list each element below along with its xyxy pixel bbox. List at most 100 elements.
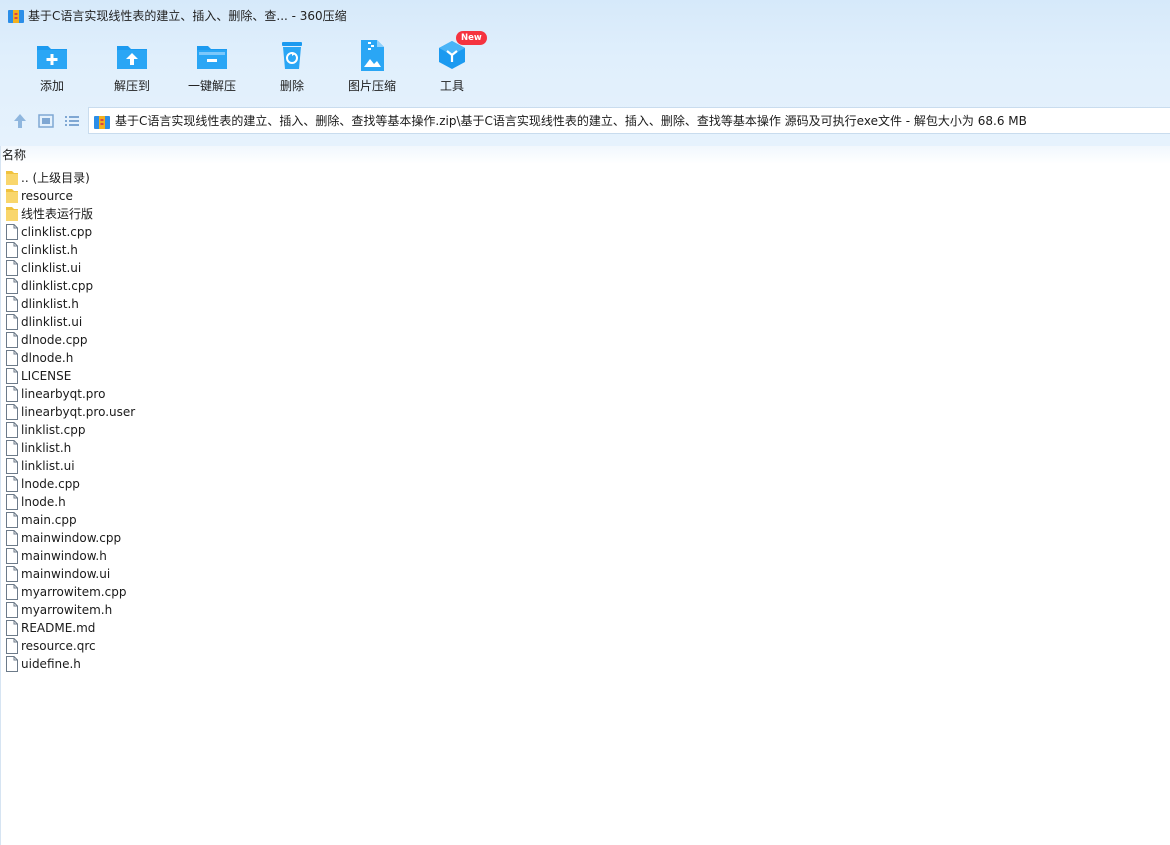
window-title: 基于C语言实现线性表的建立、插入、删除、查... - 360压缩 [28,9,347,23]
file-row[interactable]: mainwindow.cpp [1,529,1170,547]
file-row[interactable]: dlnode.h [1,349,1170,367]
file-row[interactable]: clinklist.cpp [1,223,1170,241]
file-row[interactable]: linearbyqt.pro [1,385,1170,403]
file-row[interactable]: mainwindow.ui [1,565,1170,583]
file-row[interactable]: myarrowitem.h [1,601,1170,619]
file-icon [6,278,18,294]
file-icon [6,332,18,348]
archive-icon [94,116,110,129]
item-name: linklist.cpp [21,423,86,437]
file-row[interactable]: README.md [1,619,1170,637]
image-compress-button[interactable]: 图片压缩 [332,36,412,98]
item-name: dlnode.cpp [21,333,88,347]
extract-to-label: 解压到 [113,79,150,93]
item-name: clinklist.h [21,243,78,257]
title-bar: 基于C语言实现线性表的建立、插入、删除、查... - 360压缩 [0,0,1170,32]
file-icon [6,350,18,366]
thumbnail-view-icon[interactable] [37,112,55,130]
file-row[interactable]: linklist.ui [1,457,1170,475]
extract-to-button[interactable]: 解压到 [92,36,172,98]
file-icon [6,548,18,564]
file-icon [6,296,18,312]
item-name: linearbyqt.pro.user [21,405,136,419]
folder-row[interactable]: 线性表运行版 [1,205,1170,223]
item-name: main.cpp [21,513,77,527]
folder-row[interactable]: resource [1,187,1170,205]
toolbar: 添加 解压到 一键解压 删除 图片压缩 New 工具 [0,31,1170,98]
file-icon [6,314,18,330]
item-name: 线性表运行版 [21,207,94,221]
item-name: mainwindow.h [21,549,107,563]
file-row[interactable]: clinklist.ui [1,259,1170,277]
file-icon [6,530,18,546]
file-list: 名称 .. (上级目录) resource 线性表运行版 clinklist.cpp c… [0,146,1170,845]
list-view-icon[interactable] [63,112,81,130]
file-row[interactable]: lnode.h [1,493,1170,511]
file-row[interactable]: dlinklist.cpp [1,277,1170,295]
item-name: resource.qrc [21,639,96,653]
up-arrow-icon[interactable] [11,112,29,130]
file-row[interactable]: dlnode.cpp [1,331,1170,349]
file-row[interactable]: dlinklist.h [1,295,1170,313]
file-row[interactable]: linklist.cpp [1,421,1170,439]
file-icon [6,386,18,402]
extract-to-icon [117,46,147,69]
add-button[interactable]: 添加 [12,36,92,98]
address-bar[interactable]: 基于C语言实现线性表的建立、插入、删除、查找等基本操作.zip\基于C语言实现线… [88,107,1170,134]
column-header-name[interactable]: 名称 [1,146,1170,164]
file-row[interactable]: main.cpp [1,511,1170,529]
item-name: dlinklist.h [21,297,79,311]
app-logo-icon [8,10,24,23]
item-name: dlinklist.cpp [21,279,94,293]
file-row[interactable]: lnode.cpp [1,475,1170,493]
file-icon [6,584,18,600]
item-name: README.md [21,621,96,635]
window-header: 基于C语言实现线性表的建立、插入、删除、查... - 360压缩 添加 解压到 [0,0,1170,146]
item-name: myarrowitem.h [21,603,113,617]
file-row[interactable]: linklist.h [1,439,1170,457]
item-name: dlnode.h [21,351,74,365]
delete-bin-icon [282,42,302,69]
item-name: linklist.ui [21,459,75,473]
folder-icon [6,189,18,203]
item-name: mainwindow.ui [21,567,111,581]
item-name: .. (上级目录) [21,171,90,185]
file-row[interactable]: uidefine.h [1,655,1170,673]
item-name: lnode.h [21,495,66,509]
file-row[interactable]: resource.qrc [1,637,1170,655]
file-icon [6,260,18,276]
item-name: LICENSE [21,369,72,383]
file-icon [6,566,18,582]
delete-label: 删除 [279,79,304,93]
file-icon [6,656,18,672]
one-click-extract-label: 一键解压 [187,79,236,93]
item-name: clinklist.ui [21,261,82,275]
file-row[interactable]: mainwindow.h [1,547,1170,565]
folder-icon [6,207,18,221]
delete-button[interactable]: 删除 [252,36,332,98]
item-name: linklist.h [21,441,72,455]
image-compress-icon [361,40,384,71]
one-click-extract-button[interactable]: 一键解压 [172,36,252,98]
file-row[interactable]: linearbyqt.pro.user [1,403,1170,421]
folder-row[interactable]: .. (上级目录) [1,169,1170,187]
tools-button[interactable]: New 工具 [412,31,492,98]
file-icon [6,368,18,384]
folder-icon [6,171,18,185]
file-row[interactable]: myarrowitem.cpp [1,583,1170,601]
column-name-label: 名称 [2,148,27,162]
add-folder-icon [37,46,67,69]
file-icon [6,620,18,636]
file-row[interactable]: clinklist.h [1,241,1170,259]
file-icon [6,404,18,420]
file-row[interactable]: LICENSE [1,367,1170,385]
item-name: uidefine.h [21,657,81,671]
item-name: linearbyqt.pro [21,387,106,401]
file-icon [6,602,18,618]
file-row[interactable]: dlinklist.ui [1,313,1170,331]
file-icon [6,440,18,456]
item-name: resource [21,189,73,203]
tools-label: 工具 [439,79,464,93]
file-icon [6,422,18,438]
image-compress-label: 图片压缩 [347,79,396,93]
